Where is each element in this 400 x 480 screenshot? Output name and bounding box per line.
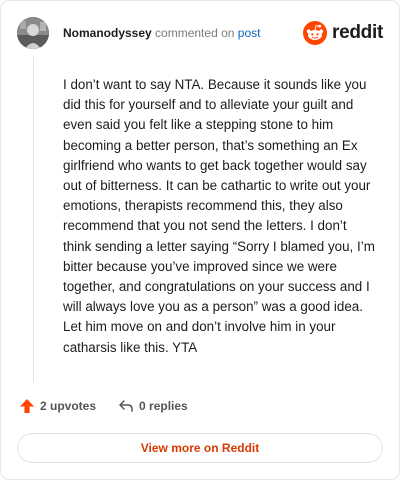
reply-count: 0 replies xyxy=(139,399,188,413)
author-name[interactable]: Nomanodyssey xyxy=(63,26,152,40)
reddit-logo[interactable]: reddit xyxy=(303,21,383,45)
thread-line xyxy=(33,57,34,382)
reddit-logo-icon xyxy=(303,21,328,45)
upvote-arrow-icon xyxy=(20,399,34,413)
avatar[interactable] xyxy=(17,17,49,49)
comment-actions: 2 upvotes 0 replies xyxy=(19,398,188,414)
reply-button[interactable]: 0 replies xyxy=(118,398,188,414)
view-more-button[interactable]: View more on Reddit xyxy=(17,433,383,463)
comment-card: Nomanodyssey commented on post reddit I … xyxy=(0,0,400,480)
post-link[interactable]: post xyxy=(238,26,261,40)
reply-arrow-icon xyxy=(119,400,133,412)
upvote-button[interactable]: 2 upvotes xyxy=(19,398,96,414)
comment-header: Nomanodyssey commented on post xyxy=(63,26,260,40)
action-text: commented on xyxy=(155,26,235,40)
comment-body: I don’t want to say NTA. Because it soun… xyxy=(63,77,375,355)
avatar-icon xyxy=(17,17,49,49)
reddit-wordmark: reddit xyxy=(332,22,383,43)
upvote-count: 2 upvotes xyxy=(40,399,97,413)
